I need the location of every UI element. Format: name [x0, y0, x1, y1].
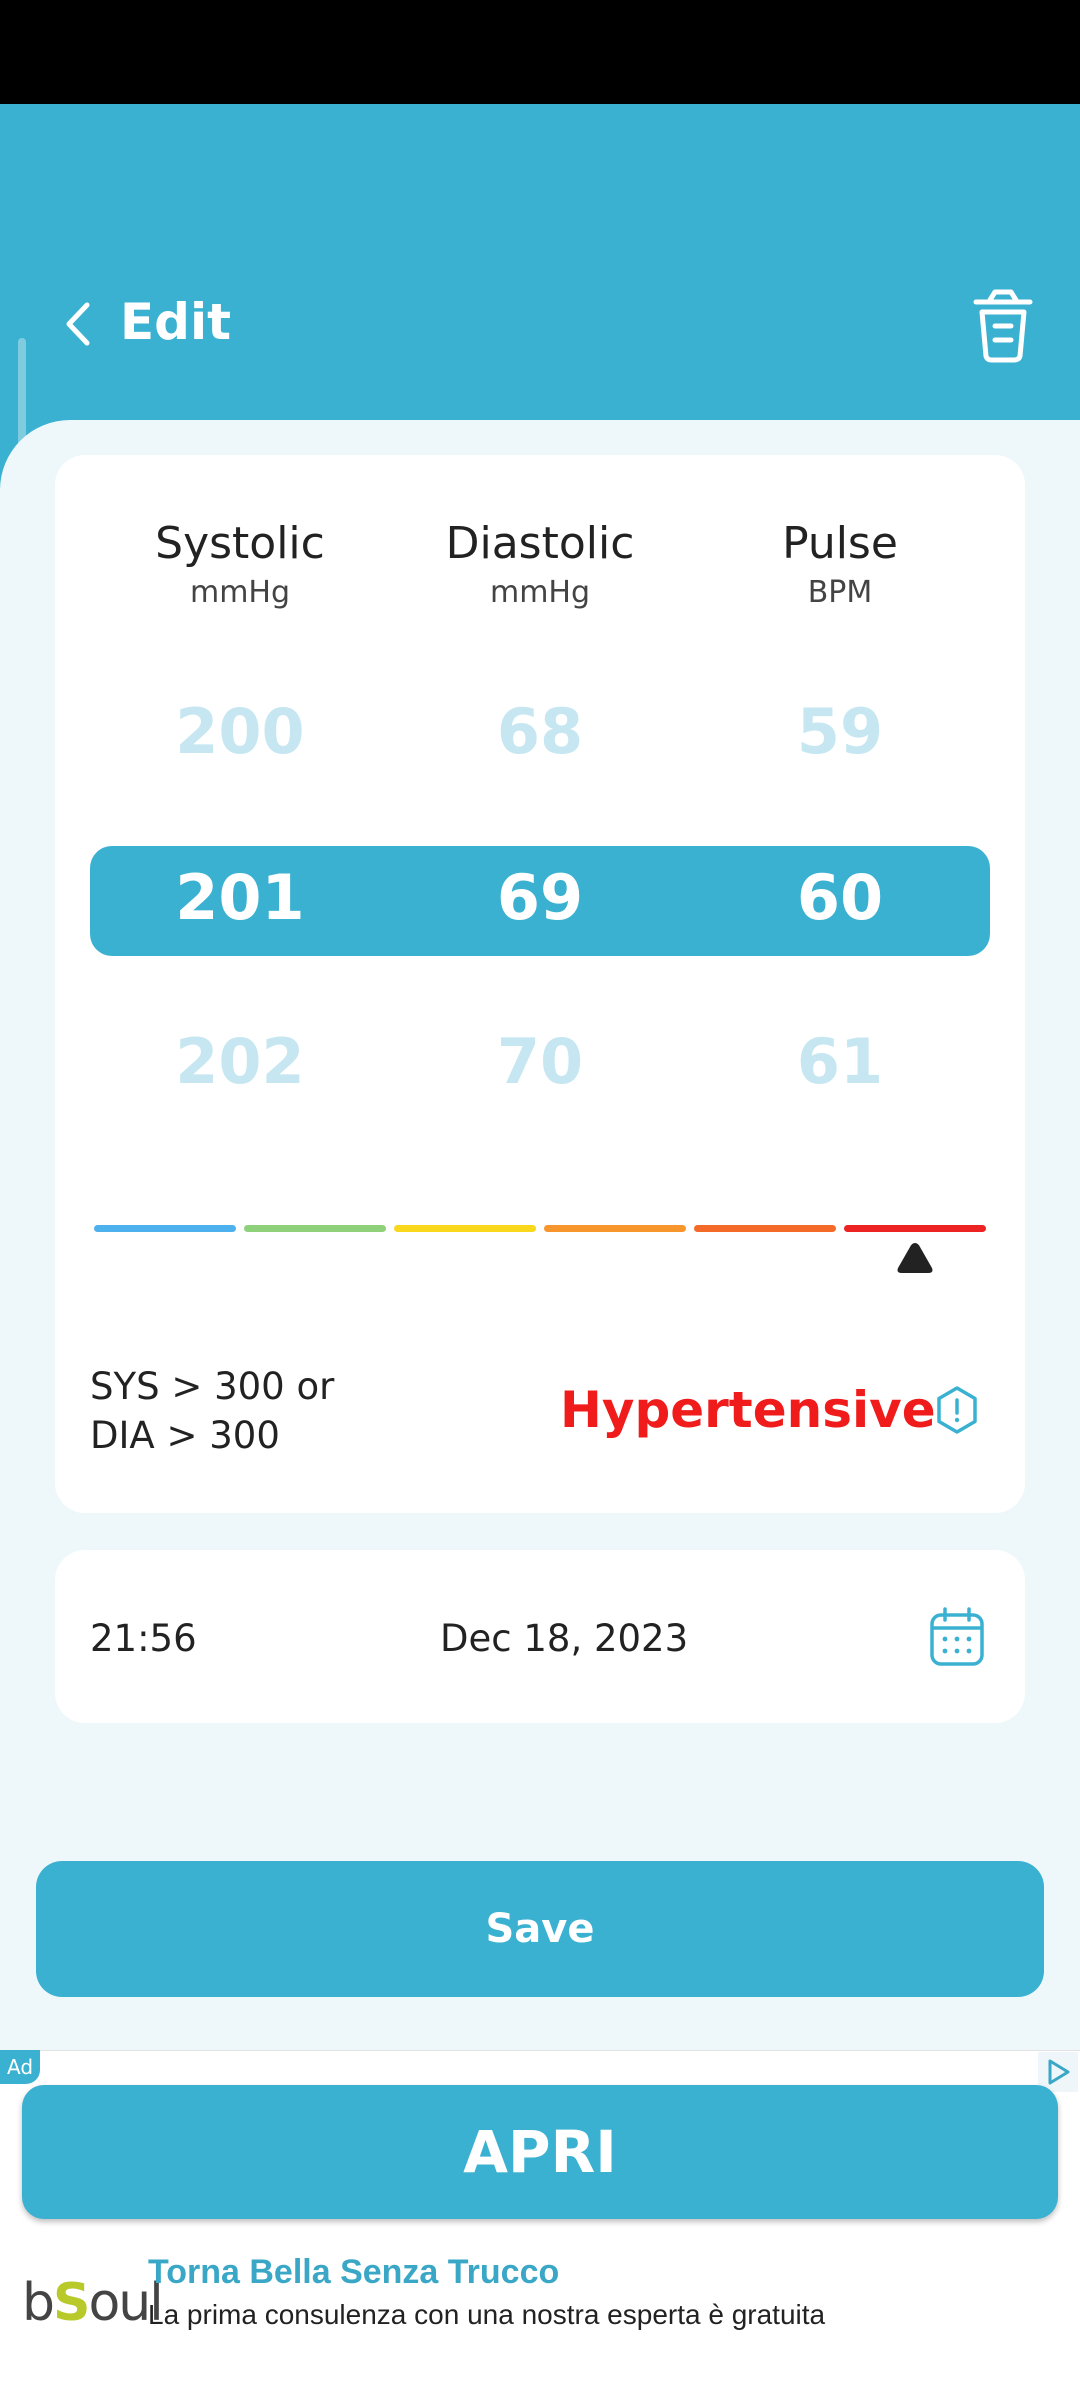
scale-segment-5	[694, 1225, 836, 1232]
scale-segment-4	[544, 1225, 686, 1232]
systolic-selected-value[interactable]: 201	[90, 858, 390, 938]
time-value[interactable]: 21:56	[90, 1614, 197, 1664]
save-button[interactable]: Save	[36, 1861, 1044, 1997]
ad-brand-logo: bSoul	[22, 2273, 164, 2333]
diastolic-option-below[interactable]: 70	[390, 1022, 690, 1102]
diastolic-selected-value[interactable]: 69	[390, 858, 690, 938]
systolic-option-below[interactable]: 202	[90, 1022, 390, 1102]
delete-button[interactable]	[968, 288, 1038, 364]
diastolic-unit: mmHg	[489, 575, 591, 610]
pulse-selected-value[interactable]: 60	[690, 858, 990, 938]
date-value[interactable]: Dec 18, 2023	[440, 1614, 688, 1664]
ad-headline[interactable]: Torna Bella Senza Trucco	[148, 2250, 559, 2294]
diastolic-header: Diastolic mmHg	[390, 516, 690, 614]
page-title: Edit	[120, 293, 231, 351]
systolic-header: Systolic mmHg	[90, 516, 390, 614]
pulse-unit: BPM	[807, 575, 873, 610]
diastolic-title: Diastolic	[445, 518, 635, 569]
pulse-option-below[interactable]: 61	[690, 1022, 990, 1102]
ad-badge: Ad	[0, 2050, 40, 2084]
scale-segment-2	[244, 1225, 386, 1232]
scale-marker-icon	[897, 1243, 933, 1273]
systolic-unit: mmHg	[189, 575, 291, 610]
scale-segment-1	[94, 1225, 236, 1232]
systolic-title: Systolic	[155, 518, 325, 569]
save-button-label: Save	[485, 1906, 595, 1952]
chevron-left-icon	[66, 302, 90, 346]
pulse-title: Pulse	[782, 518, 898, 569]
status-bar	[0, 0, 1080, 104]
criteria-text: SYS > 300 or DIA > 300	[90, 1362, 334, 1460]
diastolic-option-above[interactable]: 68	[390, 692, 690, 772]
scale-segment-6	[844, 1225, 986, 1232]
trash-icon	[973, 289, 1033, 363]
ad-open-button[interactable]: APRI	[22, 2085, 1058, 2219]
info-hexagon-icon[interactable]	[934, 1385, 980, 1435]
systolic-option-above[interactable]: 200	[90, 692, 390, 772]
header	[0, 104, 1080, 424]
calendar-icon[interactable]	[928, 1606, 986, 1668]
scale-segment-3	[394, 1225, 536, 1232]
pulse-header: Pulse BPM	[690, 516, 990, 614]
pulse-option-above[interactable]: 59	[690, 692, 990, 772]
criteria-line-1: SYS > 300 or	[90, 1365, 335, 1408]
status-label: Hypertensive	[560, 1381, 936, 1439]
ad-subtext: La prima consulenza con una nostra esper…	[148, 2299, 826, 2330]
criteria-line-2: DIA > 300	[90, 1414, 280, 1457]
ad-open-label: APRI	[463, 2118, 617, 2186]
back-button[interactable]	[58, 292, 98, 356]
